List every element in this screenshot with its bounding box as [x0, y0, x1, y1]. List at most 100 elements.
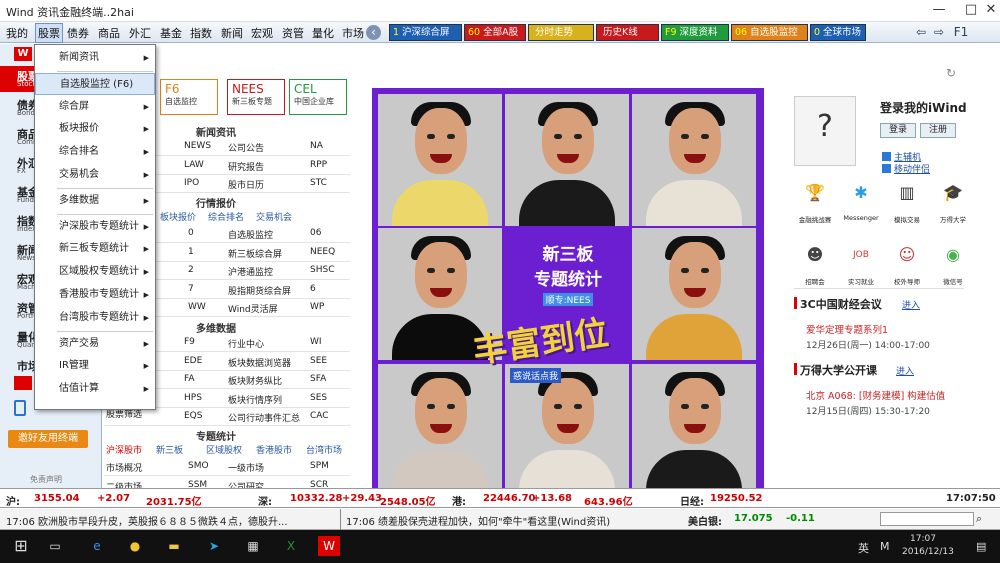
dropdown-item-6[interactable]: 多维数据 ▶ — [35, 190, 155, 212]
menu-0[interactable]: 我的 — [6, 25, 28, 41]
menu-11[interactable]: 市场 — [342, 25, 364, 41]
phone-icon[interactable] — [14, 400, 26, 416]
quick-button-2[interactable]: 分时走势 — [528, 24, 594, 41]
forward-arrow-icon[interactable]: ⇨ — [930, 24, 948, 41]
refresh-icon[interactable]: ↻ — [946, 66, 956, 80]
input-language[interactable]: 英 — [858, 540, 869, 556]
dropdown-item-11[interactable]: 台湾股市专题统计 ▶ — [35, 307, 155, 329]
task-view-icon[interactable]: ▭ — [44, 536, 66, 556]
app-label[interactable]: 实习就业 — [838, 276, 884, 286]
news-item-0[interactable]: 17:06 欧洲股市早段升皮，英股报６８８５微跌４点，德股升... — [6, 513, 288, 528]
help-icon[interactable]: F1 — [952, 24, 970, 41]
tab-quotes-2[interactable]: 交易机会 — [256, 210, 292, 223]
job-icon[interactable]: JOB — [848, 242, 874, 268]
tab-stats-4[interactable]: 台湾市场 — [306, 443, 342, 456]
tab-stats-0[interactable]: 沪深股市 — [106, 443, 142, 456]
tab-quotes-0[interactable]: 板块报价 — [160, 210, 196, 223]
windows-start-icon[interactable]: ⊞ — [10, 536, 32, 556]
news-item-1[interactable]: 17:06 绩差股保壳进程加快，如何"牵牛"看这里(Wind资讯) — [346, 513, 610, 528]
app-label[interactable]: 微信号 — [930, 276, 976, 286]
menu-5[interactable]: 基金 — [160, 25, 182, 41]
app-label[interactable]: 金融挑战赛 — [792, 214, 838, 224]
dropdown-item-0[interactable]: 新闻资讯 ▶ — [35, 47, 155, 69]
event-enter-link[interactable]: 进入 — [896, 364, 914, 377]
menu-8[interactable]: 宏观 — [251, 25, 273, 41]
excel-icon[interactable]: X — [280, 536, 302, 556]
quick-button-0[interactable]: 1 沪深综合屏 — [389, 24, 462, 41]
clock-date[interactable]: 2016/12/13 — [902, 547, 954, 557]
dropdown-item-2[interactable]: 综合屏 ▶ — [35, 96, 155, 118]
notification-icon[interactable]: ▤ — [976, 540, 986, 553]
menu-2[interactable]: 债券 — [67, 25, 89, 41]
table-row[interactable]: 市场概况 SMO 一级市场 SPM — [104, 458, 350, 476]
dropdown-item-7[interactable]: 沪深股市专题统计 ▶ — [35, 216, 155, 238]
graduation-cap-icon[interactable]: 🎓 — [940, 180, 966, 206]
section-title-stats: 专题统计 — [196, 432, 236, 443]
dropdown-item-10[interactable]: 香港股市专题统计 ▶ — [35, 284, 155, 306]
register-button[interactable]: 注册 — [920, 123, 956, 138]
app-label[interactable]: Messenger — [838, 214, 884, 222]
messenger-icon[interactable]: ✱ — [848, 180, 874, 206]
wind-terminal-icon[interactable]: W — [318, 536, 340, 556]
tab-stats-2[interactable]: 区域股权 — [206, 443, 242, 456]
clock-time[interactable]: 17:07 — [910, 534, 936, 544]
dropdown-item-14[interactable]: 估值计算 ▶ — [35, 378, 155, 400]
minimize-icon[interactable]: — — [922, 0, 956, 22]
dropdown-item-3[interactable]: 板块报价 ▶ — [35, 118, 155, 140]
mentor-icon[interactable]: ☺ — [894, 242, 920, 268]
dropdown-item-5[interactable]: 交易机会 ▶ — [35, 164, 155, 186]
back-arrow-icon[interactable]: ⇦ — [912, 24, 930, 41]
app-label[interactable]: 模拟交易 — [884, 214, 930, 224]
telegram-icon[interactable]: ➤ — [203, 536, 225, 556]
menu-1[interactable]: 股票 — [35, 23, 63, 43]
menu-7[interactable]: 新闻 — [221, 25, 243, 41]
event-item-title[interactable]: 爱华定理专题系列1 — [806, 322, 888, 336]
wechat-icon[interactable]: ◉ — [940, 242, 966, 268]
quick-button-1[interactable]: 60 全部A股 — [464, 24, 526, 41]
search-icon[interactable]: ⌕ — [976, 512, 982, 526]
quick-entry-0[interactable]: F6 自选监控 — [160, 79, 218, 115]
dropdown-item-1[interactable]: 自选股监控 (F6) — [35, 72, 155, 95]
dropdown-item-12[interactable]: 资产交易 ▶ — [35, 333, 155, 355]
chrome-browser-icon[interactable]: ● — [124, 536, 146, 556]
panel-link-1[interactable]: 移动伴侣 — [894, 162, 930, 175]
tab-stats-3[interactable]: 香港股市 — [256, 443, 292, 456]
quick-entry-1[interactable]: NEES 新三板专题 — [227, 79, 285, 115]
trophy-icon[interactable]: 🏆 — [802, 180, 828, 206]
event-enter-link[interactable]: 进入 — [902, 298, 920, 311]
menu-4[interactable]: 外汇 — [129, 25, 151, 41]
close-icon[interactable]: ✕ — [974, 0, 1000, 22]
dropdown-item-4[interactable]: 综合排名 ▶ — [35, 141, 155, 163]
menu-6[interactable]: 指数 — [190, 25, 212, 41]
app-label[interactable]: 招聘会 — [792, 276, 838, 286]
dropdown-item-8[interactable]: 新三板专题统计 ▶ — [35, 238, 155, 260]
menu-back-circle-icon[interactable]: ‹ — [366, 25, 381, 40]
event-item-title[interactable]: 北京 A068: [财务建模] 构建估值 — [806, 388, 945, 402]
menu-3[interactable]: 商品 — [98, 25, 120, 41]
login-button[interactable]: 登录 — [880, 123, 916, 138]
app-label[interactable]: 校外导师 — [884, 276, 930, 286]
quick-button-6[interactable]: 0 全球市场 — [810, 24, 866, 41]
dropdown-item-13[interactable]: IR管理 ▶ — [35, 355, 155, 377]
quick-button-4[interactable]: F9 深度资料 — [661, 24, 729, 41]
table-cell: NEWS — [184, 141, 212, 151]
menu-10[interactable]: 量化 — [312, 25, 334, 41]
tab-stats-1[interactable]: 新三板 — [156, 443, 183, 456]
quick-entry-2[interactable]: CEL 中国企业库 — [289, 79, 347, 115]
app-grid-icon[interactable]: ▦ — [242, 536, 264, 556]
promo-banner[interactable]: 新三板 专题统计 顺专:NEES 丰富到位 惑说话点我 — [372, 88, 764, 498]
ime-icon[interactable]: M — [880, 540, 890, 553]
news-search-input[interactable] — [880, 512, 974, 526]
edge-browser-icon[interactable]: e — [86, 536, 108, 556]
quick-button-5[interactable]: 06 自选股监控 — [731, 24, 808, 41]
tab-quotes-1[interactable]: 综合排名 — [208, 210, 244, 223]
chart-trade-icon[interactable]: ▥ — [894, 180, 920, 206]
quick-button-3[interactable]: 历史K线 — [596, 24, 659, 41]
dropdown-item-9[interactable]: 区域股权专题统计 ▶ — [35, 261, 155, 283]
invite-button[interactable]: 邀好友用终端 — [8, 430, 88, 448]
disclaimer-link[interactable]: 免责声明 — [30, 474, 62, 485]
meeting-icon[interactable]: ☻ — [802, 242, 828, 268]
app-label[interactable]: 万得大学 — [930, 214, 976, 224]
menu-9[interactable]: 资管 — [282, 25, 304, 41]
file-explorer-icon[interactable]: ▬ — [163, 536, 185, 556]
